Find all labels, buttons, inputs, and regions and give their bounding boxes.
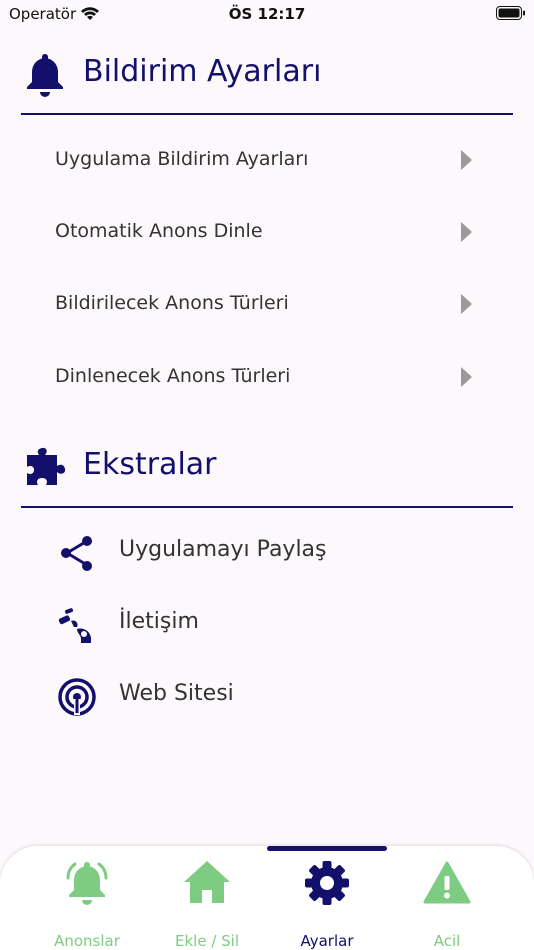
website-icon (57, 677, 97, 721)
setting-row-label: Otomatik Anons Dinle (55, 220, 263, 242)
tab-label: Anonslar (54, 932, 120, 950)
active-tab-indicator (267, 846, 387, 851)
setting-row-notify-types[interactable]: Bildirilecek Anons Türleri (21, 268, 513, 340)
tab-label: Ayarlar (300, 932, 354, 950)
setting-row-label: Uygulama Bildirim Ayarları (55, 148, 309, 170)
section-divider (21, 113, 513, 115)
section-title: Bildirim Ayarları (83, 54, 322, 89)
section-title: Ekstralar (83, 447, 217, 482)
battery-icon (496, 6, 526, 25)
chevron-right-icon (461, 222, 472, 242)
home-icon (182, 858, 232, 912)
contact-row[interactable]: İletişim (21, 589, 513, 661)
chevron-right-icon (461, 294, 472, 314)
status-time: ÖS 12:17 (228, 5, 306, 23)
setting-row-listen-types[interactable]: Dinlenecek Anons Türleri (21, 341, 513, 413)
extras-header: Ekstralar (21, 437, 513, 497)
tab-anonslar[interactable]: Anonslar (27, 858, 147, 950)
contact-icon (57, 605, 97, 649)
tab-label: Acil (433, 932, 461, 950)
tab-ayarlar[interactable]: Ayarlar (267, 858, 387, 950)
tab-bar: Anonslar Ekle / Sil Ayarlar Acil (0, 846, 534, 950)
share-app-row[interactable]: Uygulamayı Paylaş (21, 517, 513, 589)
warning-icon (422, 858, 472, 912)
chevron-right-icon (461, 367, 472, 387)
contact-label: İletişim (119, 609, 199, 634)
bell-icon (62, 858, 112, 912)
status-bar: Operatör ÖS 12:17 (0, 0, 534, 30)
setting-row-label: Bildirilecek Anons Türleri (55, 292, 289, 314)
share-app-label: Uygulamayı Paylaş (119, 537, 327, 562)
setting-row-label: Dinlenecek Anons Türleri (55, 365, 291, 387)
tab-label: Ekle / Sil (174, 932, 239, 950)
tab-acil[interactable]: Acil (387, 858, 507, 950)
section-divider (21, 506, 513, 508)
share-icon (57, 533, 97, 577)
setting-row-app-notification[interactable]: Uygulama Bildirim Ayarları (21, 124, 513, 196)
notification-settings-header: Bildirim Ayarları (21, 44, 513, 104)
setting-row-auto-listen[interactable]: Otomatik Anons Dinle (21, 196, 513, 268)
chevron-right-icon (461, 150, 472, 170)
bell-icon (23, 52, 67, 102)
puzzle-icon (23, 445, 71, 497)
website-row[interactable]: Web Sitesi (21, 661, 513, 733)
tab-ekle-sil[interactable]: Ekle / Sil (147, 858, 267, 950)
website-label: Web Sitesi (119, 681, 234, 706)
gear-icon (302, 858, 352, 912)
